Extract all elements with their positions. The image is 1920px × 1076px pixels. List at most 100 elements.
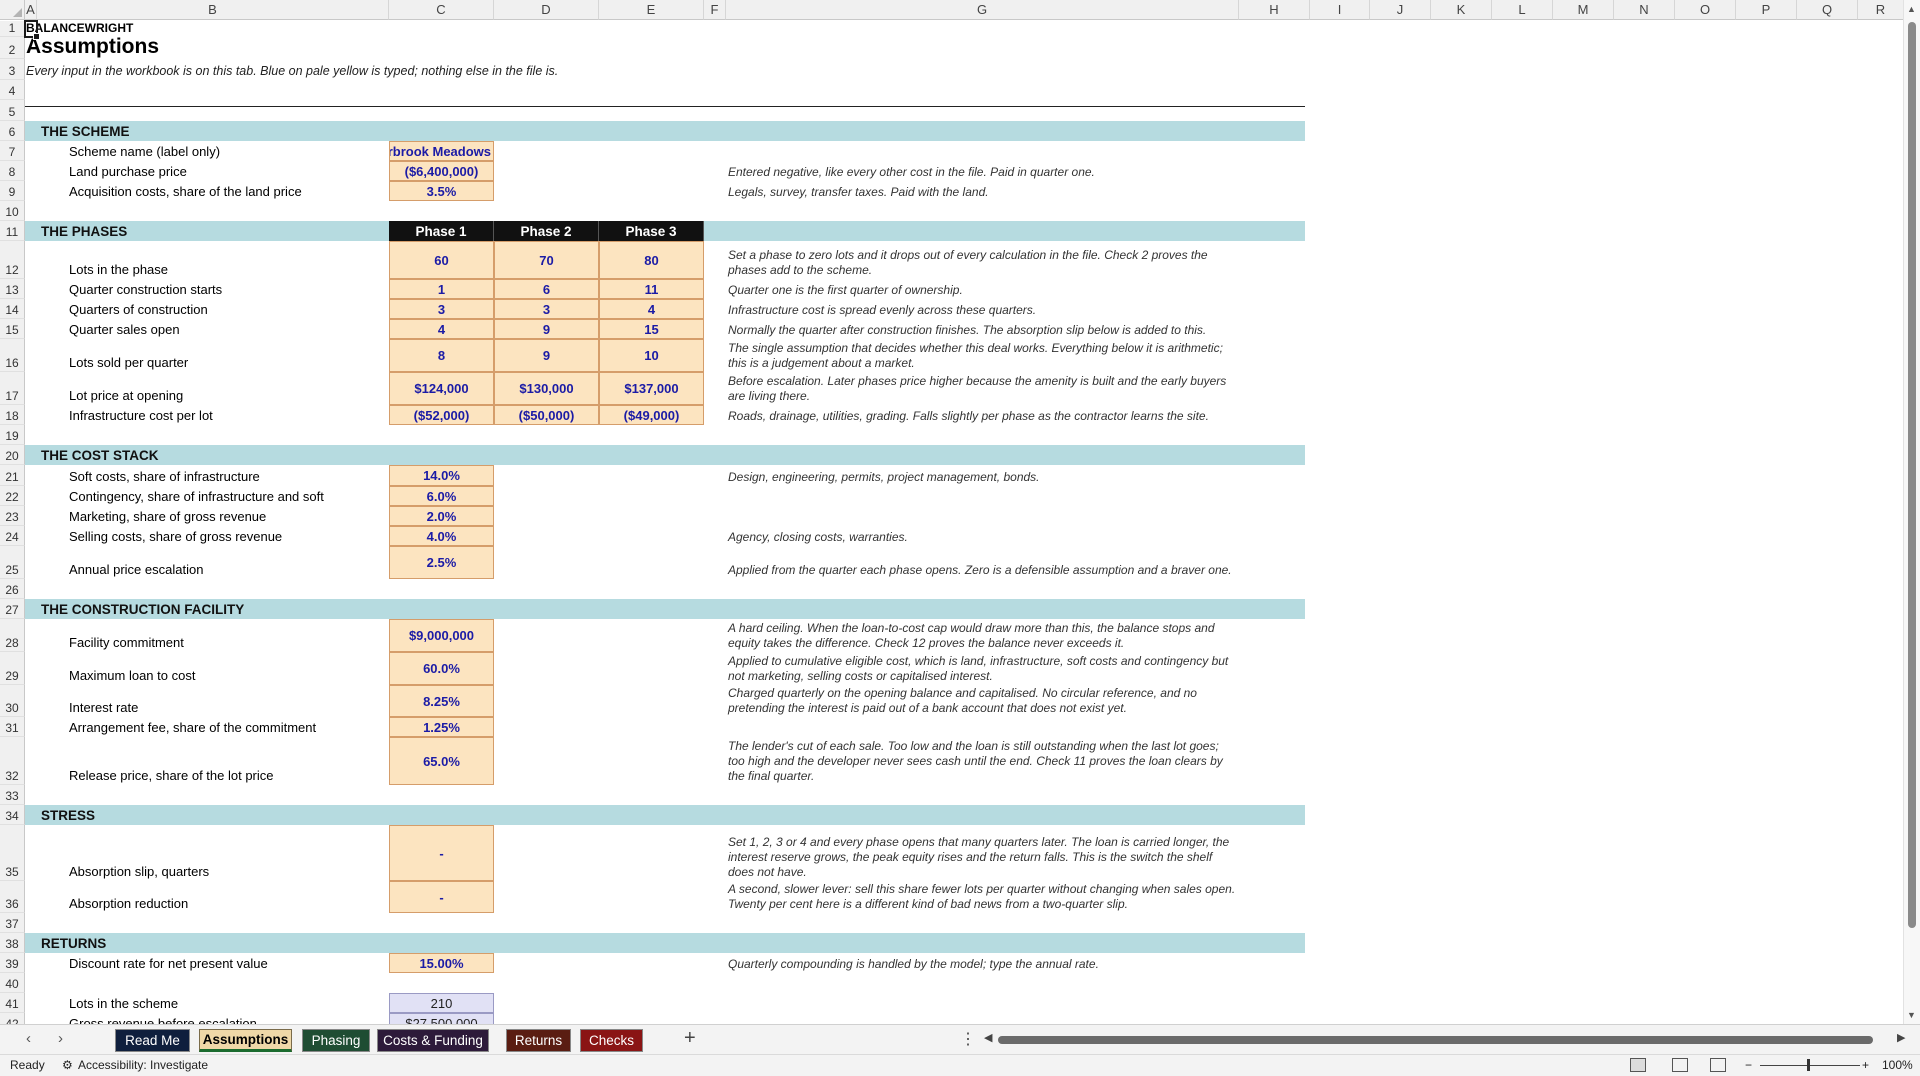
row-header-14[interactable]: 14	[0, 299, 25, 319]
page-layout-view-icon[interactable]	[1672, 1058, 1688, 1072]
facility-input[interactable]: 8.25%	[389, 685, 494, 717]
cost-input[interactable]: 2.0%	[389, 506, 494, 526]
row-header-8[interactable]: 8	[0, 161, 25, 181]
cost-input[interactable]: 4.0%	[389, 526, 494, 546]
phase-3-input[interactable]: 80	[599, 241, 704, 279]
page-break-view-icon[interactable]	[1710, 1058, 1726, 1072]
row-header-1[interactable]: 1	[0, 21, 25, 37]
row-header-2[interactable]: 2	[0, 37, 25, 59]
scroll-right-icon[interactable]: ▶	[1897, 1031, 1905, 1044]
row-header-3[interactable]: 3	[0, 59, 25, 80]
sheet-tab-costs-funding[interactable]: Costs & Funding	[377, 1029, 489, 1052]
phase-2-input[interactable]: ($50,000)	[494, 405, 599, 425]
row-header-28[interactable]: 28	[0, 619, 25, 652]
sheet-tab-assumptions[interactable]: Assumptions	[199, 1029, 292, 1052]
row-header-30[interactable]: 30	[0, 685, 25, 717]
cost-input[interactable]: 2.5%	[389, 546, 494, 579]
row-header-5[interactable]: 5	[0, 100, 25, 121]
sheet-tab-read-me[interactable]: Read Me	[115, 1029, 190, 1052]
row-header-20[interactable]: 20	[0, 445, 25, 465]
accessibility-status[interactable]: Accessibility: Investigate	[78, 1058, 208, 1072]
column-header-j[interactable]: J	[1370, 0, 1431, 20]
sheet-tab-returns[interactable]: Returns	[506, 1029, 571, 1052]
phase-3-input[interactable]: $137,000	[599, 372, 704, 405]
scroll-left-icon[interactable]: ◀	[984, 1031, 992, 1044]
scheme-name-input[interactable]: Alderbrook Meadows	[389, 141, 494, 161]
phase-3-input[interactable]: 11	[599, 279, 704, 299]
row-header-15[interactable]: 15	[0, 319, 25, 339]
phase-3-input[interactable]: 15	[599, 319, 704, 339]
stress-input[interactable]: -	[389, 881, 494, 913]
worksheet-grid[interactable]: A B C D E F G H I J K L M N O P Q R 1 2 3 4 5 6 7 8 9 10 11 12 13 14 15 1…	[0, 0, 1920, 1024]
accessibility-icon[interactable]: ⚙	[62, 1058, 73, 1072]
sheet-tab-checks[interactable]: Checks	[580, 1029, 643, 1052]
row-header-41[interactable]: 41	[0, 993, 25, 1013]
row-header-10[interactable]: 10	[0, 201, 25, 221]
horizontal-scroll-thumb[interactable]	[998, 1036, 1873, 1044]
column-header-i[interactable]: I	[1310, 0, 1370, 20]
column-header-c[interactable]: C	[389, 0, 494, 20]
row-header-19[interactable]: 19	[0, 425, 25, 445]
scroll-down-icon[interactable]: ▼	[1907, 1010, 1916, 1020]
vertical-scrollbar[interactable]: ▲ ▼	[1903, 0, 1920, 1024]
column-header-p[interactable]: P	[1736, 0, 1797, 20]
scroll-up-icon[interactable]: ▲	[1907, 4, 1916, 14]
row-header-11[interactable]: 11	[0, 221, 25, 241]
discount-rate-input[interactable]: 15.00%	[389, 953, 494, 973]
row-header-24[interactable]: 24	[0, 526, 25, 546]
row-header-7[interactable]: 7	[0, 141, 25, 161]
row-header-12[interactable]: 12	[0, 241, 25, 279]
column-header-l[interactable]: L	[1492, 0, 1553, 20]
acquisition-costs-input[interactable]: 3.5%	[389, 181, 494, 201]
column-header-h[interactable]: H	[1239, 0, 1310, 20]
phase-3-input[interactable]: ($49,000)	[599, 405, 704, 425]
add-sheet-icon[interactable]: +	[684, 1027, 696, 1050]
phase-1-input[interactable]: ($52,000)	[389, 405, 494, 425]
row-header-31[interactable]: 31	[0, 717, 25, 737]
column-header-b[interactable]: B	[37, 0, 389, 20]
facility-input[interactable]: 1.25%	[389, 717, 494, 737]
phase-1-input[interactable]: 60	[389, 241, 494, 279]
phase-1-input[interactable]: 4	[389, 319, 494, 339]
row-header-34[interactable]: 34	[0, 805, 25, 825]
row-header-26[interactable]: 26	[0, 579, 25, 599]
phase-1-input[interactable]: $124,000	[389, 372, 494, 405]
column-header-o[interactable]: O	[1675, 0, 1736, 20]
facility-input[interactable]: 60.0%	[389, 652, 494, 685]
facility-input[interactable]: 65.0%	[389, 737, 494, 785]
row-header-22[interactable]: 22	[0, 486, 25, 506]
column-header-d[interactable]: D	[494, 0, 599, 20]
row-header-18[interactable]: 18	[0, 405, 25, 425]
row-header-16[interactable]: 16	[0, 339, 25, 372]
phase-1-input[interactable]: 8	[389, 339, 494, 372]
column-header-m[interactable]: M	[1553, 0, 1614, 20]
row-header-42[interactable]: 42	[0, 1013, 25, 1024]
column-header-q[interactable]: Q	[1797, 0, 1858, 20]
phase-2-input[interactable]: $130,000	[494, 372, 599, 405]
column-header-r[interactable]: R	[1858, 0, 1904, 20]
column-header-a[interactable]: A	[25, 0, 37, 20]
row-header-37[interactable]: 37	[0, 913, 25, 933]
more-options-icon[interactable]: ⋮	[960, 1029, 976, 1049]
row-header-6[interactable]: 6	[0, 121, 25, 141]
normal-view-icon[interactable]	[1630, 1058, 1646, 1072]
phase-3-input[interactable]: 10	[599, 339, 704, 372]
phase-2-input[interactable]: 70	[494, 241, 599, 279]
row-header-36[interactable]: 36	[0, 881, 25, 913]
row-header-27[interactable]: 27	[0, 599, 25, 619]
cost-input[interactable]: 6.0%	[389, 486, 494, 506]
stress-input[interactable]: -	[389, 825, 494, 881]
phase-2-input[interactable]: 9	[494, 319, 599, 339]
column-header-f[interactable]: F	[704, 0, 726, 20]
column-header-e[interactable]: E	[599, 0, 704, 20]
zoom-slider[interactable]	[1760, 1065, 1860, 1066]
horizontal-scrollbar[interactable]: ◀ ▶	[984, 1032, 1905, 1044]
row-header-4[interactable]: 4	[0, 80, 25, 100]
row-header-23[interactable]: 23	[0, 506, 25, 526]
phase-2-input[interactable]: 3	[494, 299, 599, 319]
phase-2-input[interactable]: 9	[494, 339, 599, 372]
row-header-38[interactable]: 38	[0, 933, 25, 953]
select-all-corner[interactable]	[0, 0, 25, 20]
phase-1-input[interactable]: 3	[389, 299, 494, 319]
phase-1-input[interactable]: 1	[389, 279, 494, 299]
